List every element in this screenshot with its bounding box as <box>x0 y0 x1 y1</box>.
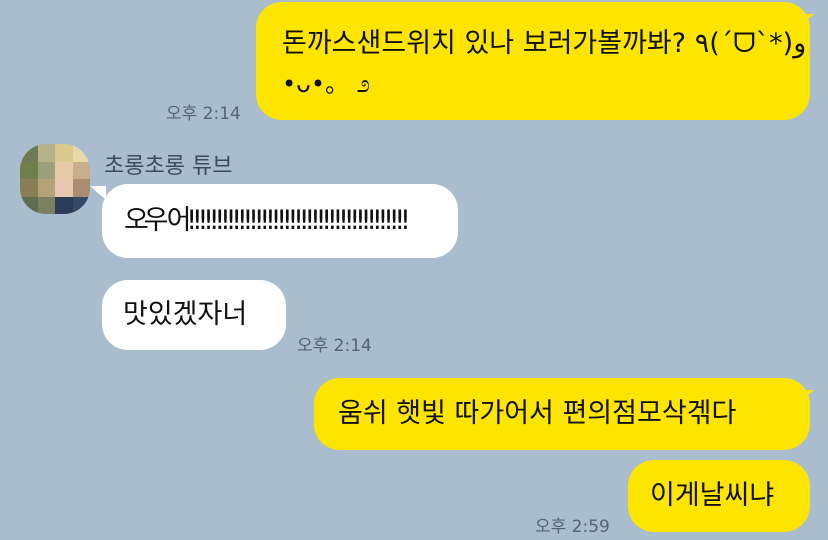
message-bubble-mine[interactable]: 돈까스샌드위치 있나 보러가볼까봐? ٩(ˊᗜˋ*)و •ᴗ•。 ೨ <box>256 2 810 120</box>
message-text-line: 돈까스샌드위치 있나 보러가볼까봐? ٩(ˊᗜˋ*)و <box>282 28 807 59</box>
message-bubble-other[interactable]: 맛있겠자너 <box>102 280 286 350</box>
message-text-line: 맛있겠자너 <box>123 299 248 330</box>
message-timestamp: 오후 2:14 <box>297 336 372 356</box>
message-bubble-mine[interactable]: 움쉬 햇빛 따가어서 편의점모삭겎다 <box>314 378 810 450</box>
avatar[interactable] <box>20 144 90 214</box>
sender-name: 초롱초롱 튜브 <box>104 154 233 179</box>
message-timestamp: 오후 2:59 <box>535 517 610 537</box>
message-bubble-other[interactable]: 오우 어!!!!!!!!!!!!!!!!!!!!!!!!!!!!!!!!!!!!… <box>102 184 458 258</box>
message-text-line: 움쉬 햇빛 따가어서 편의점모삭겎다 <box>338 398 737 429</box>
message-timestamp: 오후 2:14 <box>166 104 241 124</box>
message-text-line: 이게날씨냐 <box>650 480 775 511</box>
message-text-line: •ᴗ•。 ೨ <box>282 70 371 98</box>
message-text-line: 오우 어!!!!!!!!!!!!!!!!!!!!!!!!!!!!!!!!!!!!… <box>124 205 411 236</box>
message-bubble-mine[interactable]: 이게날씨냐 <box>628 460 810 532</box>
